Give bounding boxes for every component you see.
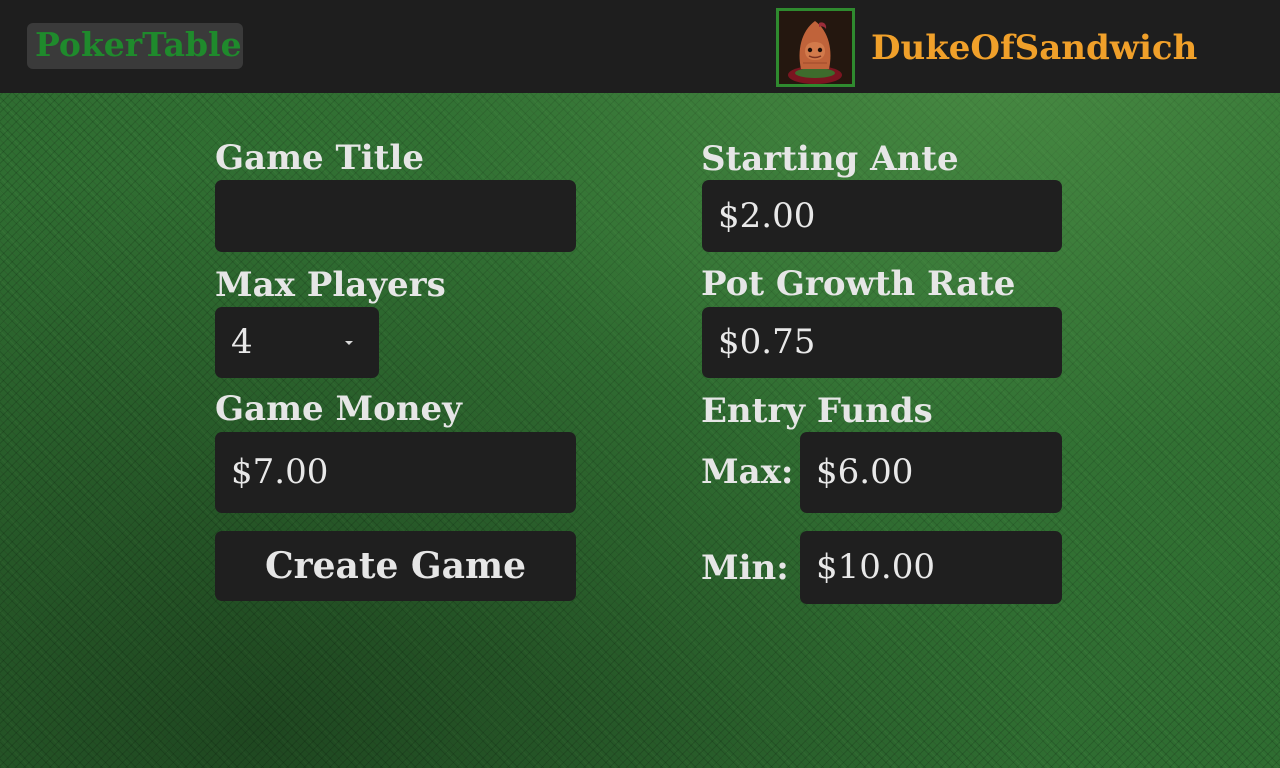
max-players-label: Max Players [215, 265, 446, 305]
entry-funds-min-input[interactable]: $10.00 [800, 531, 1062, 604]
entry-funds-max-label: Max: [701, 452, 794, 492]
app-logo[interactable]: PokerTable [27, 23, 243, 69]
entry-funds-label: Entry Funds [701, 391, 933, 431]
starting-ante-input[interactable]: $2.00 [702, 180, 1062, 252]
user-avatar[interactable] [776, 8, 855, 87]
game-title-label: Game Title [215, 138, 424, 178]
entry-funds-max-input[interactable]: $6.00 [800, 432, 1062, 513]
hooded-figure-avatar-icon [779, 11, 852, 84]
max-players-value: 4 [231, 322, 253, 362]
pot-growth-rate-input[interactable]: $0.75 [702, 307, 1062, 378]
starting-ante-label: Starting Ante [701, 139, 959, 179]
username[interactable]: DukeOfSandwich [871, 24, 1197, 72]
top-bar: PokerTable DukeOfSandwich [0, 0, 1280, 93]
create-game-button[interactable]: Create Game [215, 531, 576, 601]
game-title-input[interactable] [215, 180, 576, 252]
dropdown-caret-icon [345, 341, 353, 345]
game-money-label: Game Money [215, 389, 462, 429]
game-money-input[interactable]: $7.00 [215, 432, 576, 513]
max-players-select[interactable]: 4 [215, 307, 379, 378]
pot-growth-rate-label: Pot Growth Rate [701, 264, 1016, 304]
entry-funds-min-label: Min: [701, 548, 789, 588]
